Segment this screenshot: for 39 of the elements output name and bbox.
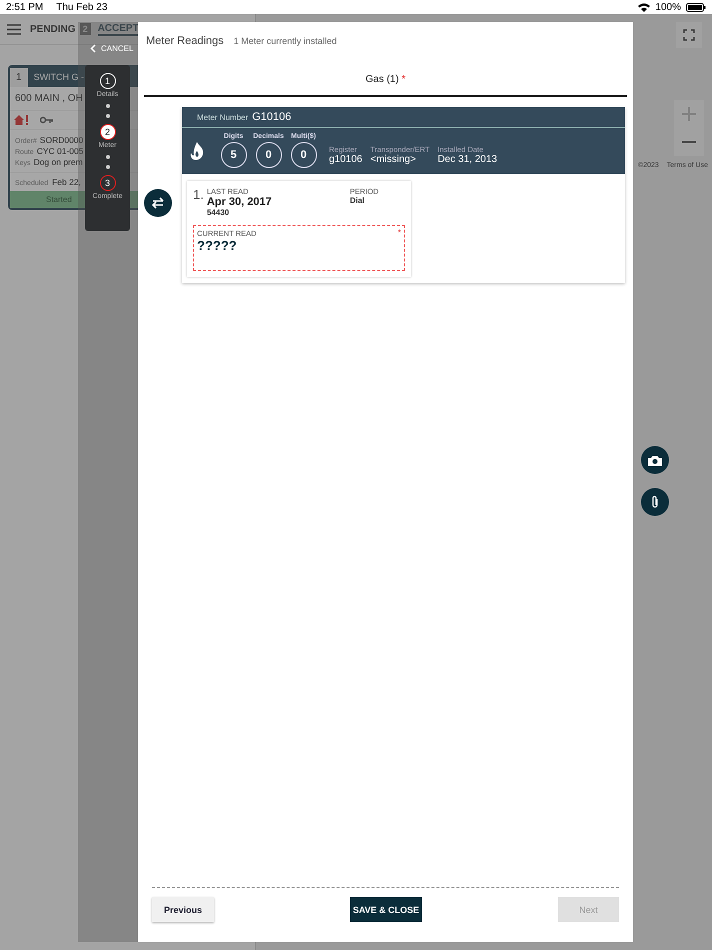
- order-address: 600 MAIN , OH: [15, 93, 83, 104]
- period-value: Dial: [350, 196, 366, 205]
- flame-icon: [190, 142, 204, 160]
- field-value: CYC 01-005: [36, 146, 84, 156]
- meter-type-tab[interactable]: Gas (1) *: [365, 68, 406, 95]
- swap-button[interactable]: [144, 189, 172, 217]
- plus-icon: [682, 107, 696, 121]
- save-close-button[interactable]: SAVE & CLOSE: [350, 897, 422, 922]
- fullscreen-icon[interactable]: [676, 22, 702, 48]
- field-value: SORD0000: [40, 135, 84, 145]
- menu-icon[interactable]: [7, 24, 21, 34]
- order-title: SWITCH G -: [32, 72, 84, 82]
- order-number: 1: [10, 68, 28, 86]
- chevron-left-icon: [90, 44, 96, 53]
- meter-number-label: Meter Number: [197, 112, 248, 122]
- scheduled-date: Feb 22,: [52, 177, 81, 187]
- info-value: g10106: [329, 154, 362, 164]
- dial-value: 0: [256, 142, 282, 168]
- previous-button[interactable]: Previous: [152, 897, 214, 922]
- cancel-button[interactable]: CANCEL: [90, 44, 134, 53]
- meter-number: G10106: [252, 111, 292, 123]
- house-alert-icon: [14, 115, 30, 125]
- wifi-icon: [638, 2, 650, 12]
- modal-subtitle: 1 Meter currently installed: [234, 36, 337, 46]
- camera-icon: [648, 454, 662, 466]
- dial-value: 5: [220, 142, 246, 168]
- battery-icon: [686, 2, 706, 12]
- last-read-value: 54430: [206, 208, 230, 217]
- status-time: 2:51 PM: [6, 2, 44, 12]
- modal-title: Meter Readings: [146, 35, 224, 47]
- paperclip-icon: [651, 495, 659, 509]
- status-date: Thu Feb 23: [56, 2, 108, 12]
- key-icon: [40, 116, 54, 124]
- swap-arrows-icon: [151, 197, 165, 209]
- info-value: Dec 31, 2013: [438, 154, 498, 164]
- field-value: Dog on prem: [34, 157, 83, 167]
- info-value: <missing>: [370, 154, 417, 164]
- dial-value: 0: [290, 142, 316, 168]
- battery-level: 100%: [655, 2, 681, 12]
